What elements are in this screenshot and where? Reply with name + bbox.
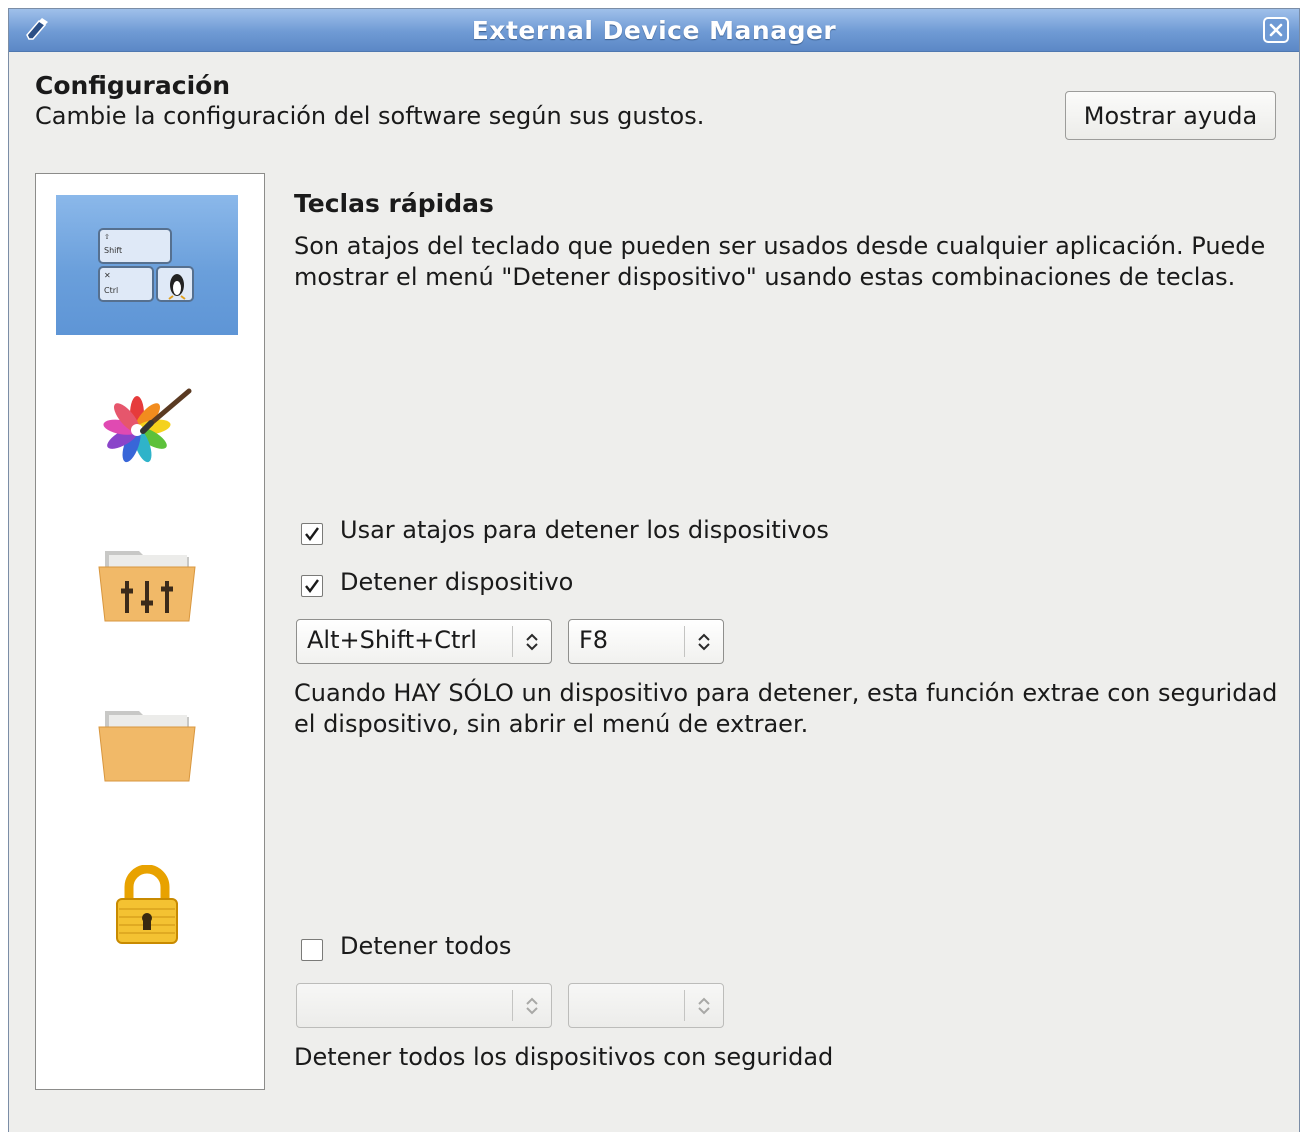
settings-category-list: ⇧ Shift ✕ Ctrl (35, 173, 265, 1090)
appearance-palette-icon (103, 388, 192, 463)
sidebar-item-security[interactable] (56, 835, 238, 975)
stop-all-note: Detener todos los dispositivos con segur… (294, 1043, 834, 1071)
title-bar[interactable]: External Device Manager (9, 9, 1299, 52)
svg-text:⇧: ⇧ (104, 233, 110, 241)
folder-icon (98, 711, 196, 782)
use-shortcuts-label[interactable]: Usar atajos para detener los dispositivo… (340, 516, 829, 544)
sidebar-item-appearance[interactable] (56, 355, 238, 495)
page-subtitle: Cambie la configuración del software seg… (35, 102, 705, 130)
sidebar-item-folders[interactable] (56, 675, 238, 815)
sidebar-item-advanced[interactable] (56, 515, 238, 655)
spin-arrows-icon (526, 633, 538, 651)
use-shortcuts-checkbox[interactable] (301, 523, 323, 545)
stop-device-note: Cuando HAY SÓLO un dispositivo para dete… (294, 679, 1278, 738)
window-title: External Device Manager (471, 16, 837, 45)
keyboard-shortcuts-icon: ⇧ Shift ✕ Ctrl (98, 228, 194, 302)
app-window: External Device Manager Configuración Ca… (8, 8, 1300, 1132)
spin-arrows-icon (698, 633, 710, 651)
close-icon (1269, 23, 1283, 37)
checkmark-icon (305, 527, 319, 541)
svg-text:Shift: Shift (104, 246, 122, 255)
sidebar-item-shortcuts[interactable]: ⇧ Shift ✕ Ctrl (56, 195, 238, 335)
stop-all-key-select[interactable] (568, 983, 724, 1028)
checkmark-icon (305, 579, 319, 593)
stop-device-key-value: F8 (579, 626, 609, 654)
stop-all-modifier-select[interactable] (296, 983, 552, 1028)
section-description: Son atajos del teclado que pueden ser us… (294, 232, 1266, 291)
svg-text:Ctrl: Ctrl (104, 286, 118, 295)
spin-arrows-icon (698, 997, 710, 1015)
spin-arrows-icon (526, 997, 538, 1015)
section-title: Teclas rápidas (294, 189, 494, 218)
stop-device-key-select[interactable]: F8 (568, 619, 724, 664)
stop-device-modifier-select[interactable]: Alt+Shift+Ctrl (296, 619, 552, 664)
stop-device-modifier-value: Alt+Shift+Ctrl (307, 626, 477, 654)
stop-all-label[interactable]: Detener todos (340, 932, 511, 960)
folder-settings-icon (98, 551, 196, 622)
padlock-icon (116, 865, 178, 944)
svg-text:✕: ✕ (104, 271, 111, 280)
show-help-button[interactable]: Mostrar ayuda (1065, 91, 1276, 140)
stop-all-checkbox[interactable] (301, 939, 323, 961)
stop-device-label[interactable]: Detener dispositivo (340, 568, 573, 596)
page-title: Configuración (35, 71, 231, 100)
close-button[interactable] (1263, 17, 1289, 43)
stop-device-checkbox[interactable] (301, 575, 323, 597)
